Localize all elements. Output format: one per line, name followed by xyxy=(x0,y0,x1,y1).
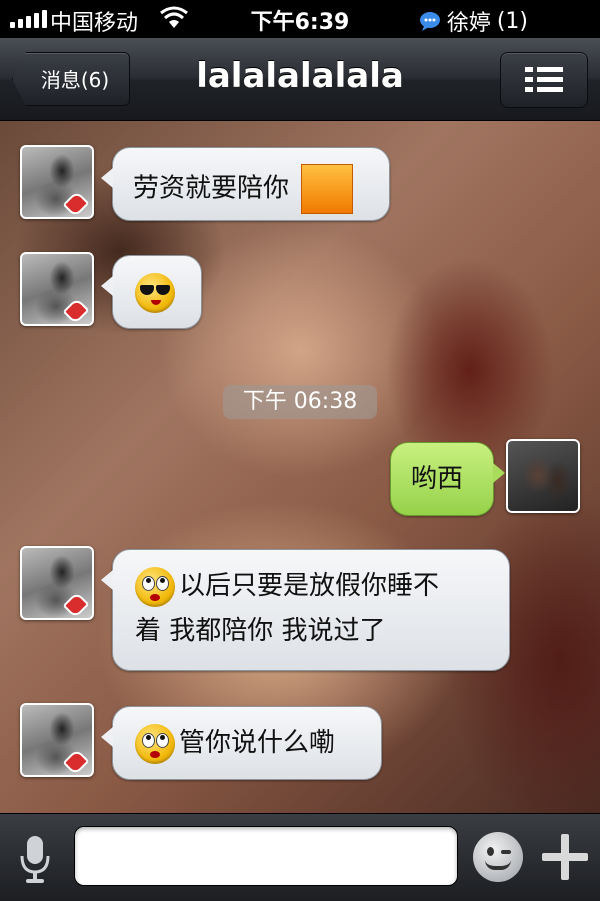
eye-roll-emoji xyxy=(135,723,175,764)
message-timestamp: 下午 06:38 xyxy=(223,385,377,419)
contact-avatar[interactable] xyxy=(20,252,94,326)
message-bubble[interactable]: 劳资就要陪你 xyxy=(101,147,390,221)
heart-icon xyxy=(62,297,90,325)
heart-icon xyxy=(62,748,90,776)
notification[interactable]: 徐婷 (1) xyxy=(419,5,528,37)
heart-icon xyxy=(62,591,90,619)
message-bubble[interactable]: 以后只要是放假你睡不 着 我都陪你 我说过了 xyxy=(101,549,510,671)
notification-count: (1) xyxy=(496,8,528,34)
message-text: 劳资就要陪你 xyxy=(133,173,290,204)
contact-avatar[interactable] xyxy=(20,703,94,777)
eye-roll-emoji xyxy=(135,566,175,607)
microphone-icon[interactable] xyxy=(18,834,52,884)
chat-area[interactable]: 劳资就要陪你 下午 06:38 哟西 以后只要是放假你睡不 着 我都陪你 我说过… xyxy=(0,121,600,813)
message-text-line1: 以后只要是放假你睡不 xyxy=(179,571,440,601)
message-input[interactable] xyxy=(74,826,458,886)
message-bubble-outgoing[interactable]: 哟西 xyxy=(390,442,505,516)
notification-sender: 徐婷 xyxy=(446,11,491,36)
message-text: 管你说什么嘞 xyxy=(179,728,336,758)
heart-icon xyxy=(62,190,90,218)
message-bubble[interactable] xyxy=(101,255,202,329)
emoji-button[interactable] xyxy=(473,832,523,882)
cool-sunglasses-emoji xyxy=(135,272,175,313)
add-attachment-button[interactable] xyxy=(542,834,588,880)
contact-avatar[interactable] xyxy=(20,145,94,219)
message-text-line2: 着 我都陪你 我说过了 xyxy=(135,615,386,646)
status-bar: 中国移动 下午6:39 徐婷 (1) xyxy=(0,0,600,38)
navigation-bar: 消息(6) lalalalalala xyxy=(0,38,600,121)
contact-avatar[interactable] xyxy=(20,546,94,620)
list-icon xyxy=(525,67,563,93)
message-text: 哟西 xyxy=(411,464,464,494)
chat-bubble-icon xyxy=(419,12,440,31)
orange-image-icon xyxy=(301,164,354,214)
self-avatar[interactable] xyxy=(506,439,580,513)
message-bubble[interactable]: 管你说什么嘞 xyxy=(101,706,382,780)
input-bar xyxy=(0,813,600,901)
chat-info-button[interactable] xyxy=(500,52,588,108)
